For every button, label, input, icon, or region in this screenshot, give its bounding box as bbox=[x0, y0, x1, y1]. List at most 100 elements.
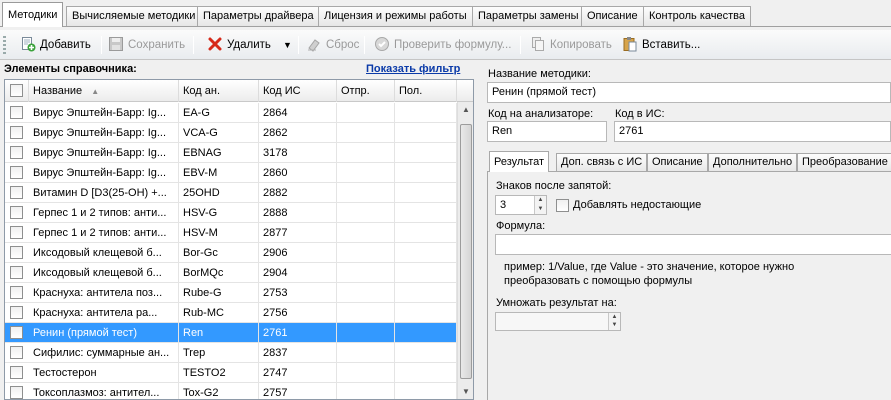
tab-is-link[interactable]: Доп. связь с ИС bbox=[556, 153, 648, 172]
toolbar-separator bbox=[364, 36, 365, 54]
red-x-icon bbox=[207, 36, 223, 52]
delete-button[interactable]: Удалить bbox=[207, 35, 271, 55]
formula-input[interactable] bbox=[495, 234, 891, 255]
table-row[interactable]: Ренин (прямой тест) Ren 2761 bbox=[5, 323, 457, 343]
row-checkbox[interactable] bbox=[10, 266, 23, 279]
table-row[interactable]: Краснуха: антитела ра... Rub-MC 2756 bbox=[5, 303, 457, 323]
tab-details-description[interactable]: Описание bbox=[647, 153, 708, 172]
paste-button[interactable]: Вставить... bbox=[622, 35, 700, 55]
decimals-spinner[interactable]: 3 ▲ ▼ bbox=[495, 195, 547, 215]
is-code-field[interactable]: 2761 bbox=[614, 121, 891, 142]
table-row[interactable]: Герпес 1 и 2 типов: анти... HSV-M 2877 bbox=[5, 223, 457, 243]
tab-result[interactable]: Результат bbox=[489, 151, 550, 172]
table-row[interactable]: Герпес 1 и 2 типов: анти... HSV-G 2888 bbox=[5, 203, 457, 223]
cell-name: Токсоплазмоз: антител... bbox=[29, 383, 179, 399]
row-checkbox[interactable] bbox=[10, 306, 23, 319]
spin-down-icon[interactable]: ▼ bbox=[535, 205, 546, 214]
cell-name: Ренин (прямой тест) bbox=[29, 323, 179, 343]
tab-quality-control[interactable]: Контроль качества bbox=[643, 6, 751, 26]
grid-vertical-scrollbar[interactable]: ▲ ▼ bbox=[457, 102, 473, 399]
table-row[interactable]: Тестостерон TESTO2 2747 bbox=[5, 363, 457, 383]
toolbar: Добавить Сохранить Удалить ▼ Сброс Прове… bbox=[0, 30, 891, 60]
scroll-down-arrow[interactable]: ▼ bbox=[458, 384, 473, 399]
scroll-up-arrow[interactable]: ▲ bbox=[458, 102, 473, 118]
select-all-checkbox[interactable] bbox=[10, 84, 23, 97]
show-filter-link[interactable]: Показать фильтр bbox=[366, 63, 460, 75]
save-button[interactable]: Сохранить bbox=[108, 35, 185, 55]
table-row[interactable]: Витамин D [D3(25-OH) +... 25OHD 2882 bbox=[5, 183, 457, 203]
add-button[interactable]: Добавить bbox=[20, 35, 91, 55]
cell-analyzer-code: HSV-G bbox=[179, 203, 259, 223]
cell-received bbox=[395, 383, 457, 399]
tab-replace-params[interactable]: Параметры замены bbox=[472, 6, 585, 26]
column-header-is-code[interactable]: Код ИС bbox=[259, 80, 337, 102]
table-row[interactable]: Вирус Эпштейн-Барр: Ig... EBV-M 2860 bbox=[5, 163, 457, 183]
spin-up-icon[interactable]: ▲ bbox=[609, 313, 620, 321]
row-checkbox[interactable] bbox=[10, 226, 23, 239]
table-row[interactable]: Сифилис: суммарные ан... Trep 2837 bbox=[5, 343, 457, 363]
toolbar-grip[interactable] bbox=[3, 36, 6, 54]
tab-driver-params[interactable]: Параметры драйвера bbox=[197, 6, 320, 26]
table-row[interactable]: Краснуха: антитела поз... Rube-G 2753 bbox=[5, 283, 457, 303]
table-row[interactable]: Иксодовый клещевой б... Bor-Gc 2906 bbox=[5, 243, 457, 263]
header-select-all[interactable] bbox=[5, 80, 29, 102]
tab-computed-methods[interactable]: Вычисляемые методики bbox=[66, 6, 202, 26]
cell-received bbox=[395, 343, 457, 363]
scroll-thumb[interactable] bbox=[460, 124, 472, 379]
tab-additional[interactable]: Дополнительно bbox=[708, 153, 798, 172]
multiply-spin-buttons[interactable]: ▲ ▼ bbox=[608, 313, 620, 330]
column-header-name[interactable]: Название ▲ bbox=[29, 80, 179, 102]
row-checkbox[interactable] bbox=[10, 286, 23, 299]
table-row[interactable]: Токсоплазмоз: антител... Tox-G2 2757 bbox=[5, 383, 457, 399]
cell-received bbox=[395, 323, 457, 343]
cell-received bbox=[395, 363, 457, 383]
decimals-label: Знаков после запятой: bbox=[496, 180, 612, 192]
cell-name: Вирус Эпштейн-Барр: Ig... bbox=[29, 143, 179, 163]
cell-name: Краснуха: антитела поз... bbox=[29, 283, 179, 303]
spin-up-icon[interactable]: ▲ bbox=[535, 196, 546, 205]
reset-button[interactable]: Сброс bbox=[306, 35, 359, 55]
cell-name: Вирус Эпштейн-Барр: Ig... bbox=[29, 123, 179, 143]
delete-dropdown-arrow[interactable]: ▼ bbox=[283, 35, 292, 55]
row-checkbox[interactable] bbox=[10, 386, 23, 399]
tab-license-modes[interactable]: Лицензия и режимы работы bbox=[318, 6, 473, 26]
add-missing-checkbox[interactable] bbox=[556, 199, 569, 212]
tab-transformation[interactable]: Преобразование bbox=[797, 153, 891, 172]
column-header-sent[interactable]: Отпр. bbox=[337, 80, 395, 102]
row-checkbox[interactable] bbox=[10, 246, 23, 259]
row-checkbox[interactable] bbox=[10, 186, 23, 199]
cell-is-code: 2906 bbox=[259, 243, 337, 263]
cell-is-code: 2877 bbox=[259, 223, 337, 243]
multiply-spinner[interactable]: ▲ ▼ bbox=[495, 312, 621, 331]
tab-methods[interactable]: Методики bbox=[2, 2, 64, 27]
cell-name: Герпес 1 и 2 типов: анти... bbox=[29, 203, 179, 223]
reset-icon bbox=[306, 36, 322, 52]
row-checkbox[interactable] bbox=[10, 326, 23, 339]
row-checkbox[interactable] bbox=[10, 106, 23, 119]
cell-is-code: 2761 bbox=[259, 323, 337, 343]
row-checkbox[interactable] bbox=[10, 146, 23, 159]
method-name-label: Название методики: bbox=[488, 68, 591, 80]
row-checkbox[interactable] bbox=[10, 166, 23, 179]
row-checkbox[interactable] bbox=[10, 346, 23, 359]
row-checkbox[interactable] bbox=[10, 126, 23, 139]
column-header-analyzer-code[interactable]: Код ан. bbox=[179, 80, 259, 102]
table-row[interactable]: Вирус Эпштейн-Барр: Ig... EA-G 2864 bbox=[5, 103, 457, 123]
decimals-spin-buttons[interactable]: ▲ ▼ bbox=[534, 196, 546, 214]
analyzer-code-field[interactable]: Ren bbox=[487, 121, 607, 142]
table-row[interactable]: Вирус Эпштейн-Барр: Ig... EBNAG 3178 bbox=[5, 143, 457, 163]
spin-down-icon[interactable]: ▼ bbox=[609, 321, 620, 329]
row-checkbox[interactable] bbox=[10, 206, 23, 219]
copy-button[interactable]: Копировать bbox=[530, 35, 612, 55]
cell-sent bbox=[337, 263, 395, 283]
toolbar-separator bbox=[101, 36, 102, 54]
check-formula-button[interactable]: Проверить формулу... bbox=[374, 35, 511, 55]
column-header-received[interactable]: Пол. bbox=[395, 80, 457, 102]
tab-description[interactable]: Описание bbox=[581, 6, 644, 26]
table-row[interactable]: Иксодовый клещевой б... BorMQc 2904 bbox=[5, 263, 457, 283]
row-checkbox[interactable] bbox=[10, 366, 23, 379]
formula-label: Формула: bbox=[496, 220, 546, 232]
method-name-field[interactable]: Ренин (прямой тест) bbox=[487, 82, 891, 103]
toolbar-separator bbox=[298, 36, 299, 54]
table-row[interactable]: Вирус Эпштейн-Барр: Ig... VCA-G 2862 bbox=[5, 123, 457, 143]
